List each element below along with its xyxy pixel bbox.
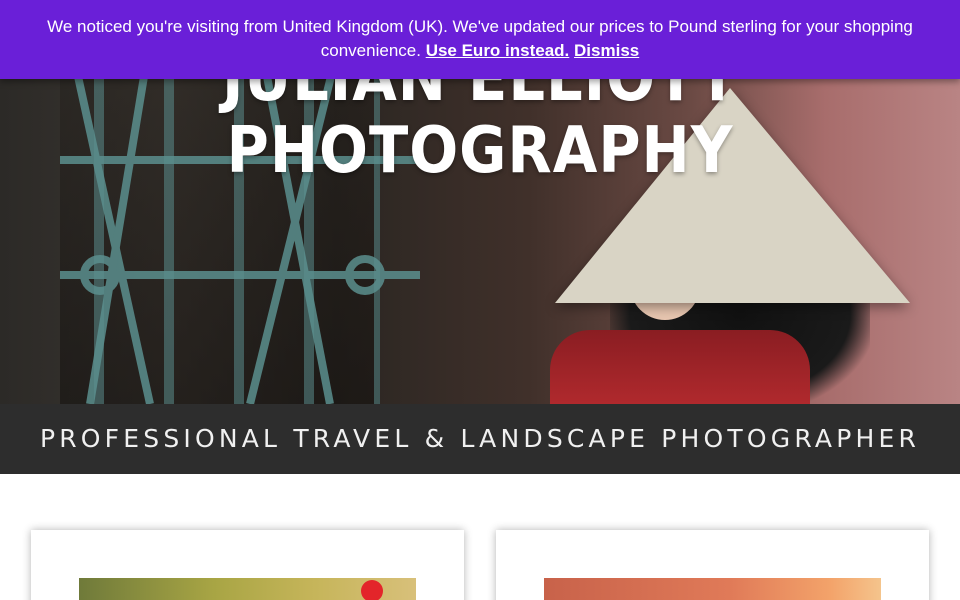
tagline-text: PROFESSIONAL TRAVEL & LANDSCAPE PHOTOGRA… xyxy=(39,424,921,453)
hero-woman-jacket xyxy=(550,330,810,404)
tagline-bar: PROFESSIONAL TRAVEL & LANDSCAPE PHOTOGRA… xyxy=(0,404,960,474)
gallery-card-right[interactable] xyxy=(496,530,929,600)
use-euro-link[interactable]: Use Euro instead. xyxy=(426,41,570,60)
currency-notice-bar: We noticed you're visiting from United K… xyxy=(0,0,960,79)
dismiss-link[interactable]: Dismiss xyxy=(574,41,639,60)
red-lantern-shape xyxy=(361,580,383,600)
gallery-card-left[interactable] xyxy=(31,530,464,600)
site-title-line2: PHOTOGRAPHY xyxy=(226,114,734,188)
gallery-card-left-image[interactable] xyxy=(79,578,416,600)
gallery-card-right-image[interactable] xyxy=(544,578,881,600)
